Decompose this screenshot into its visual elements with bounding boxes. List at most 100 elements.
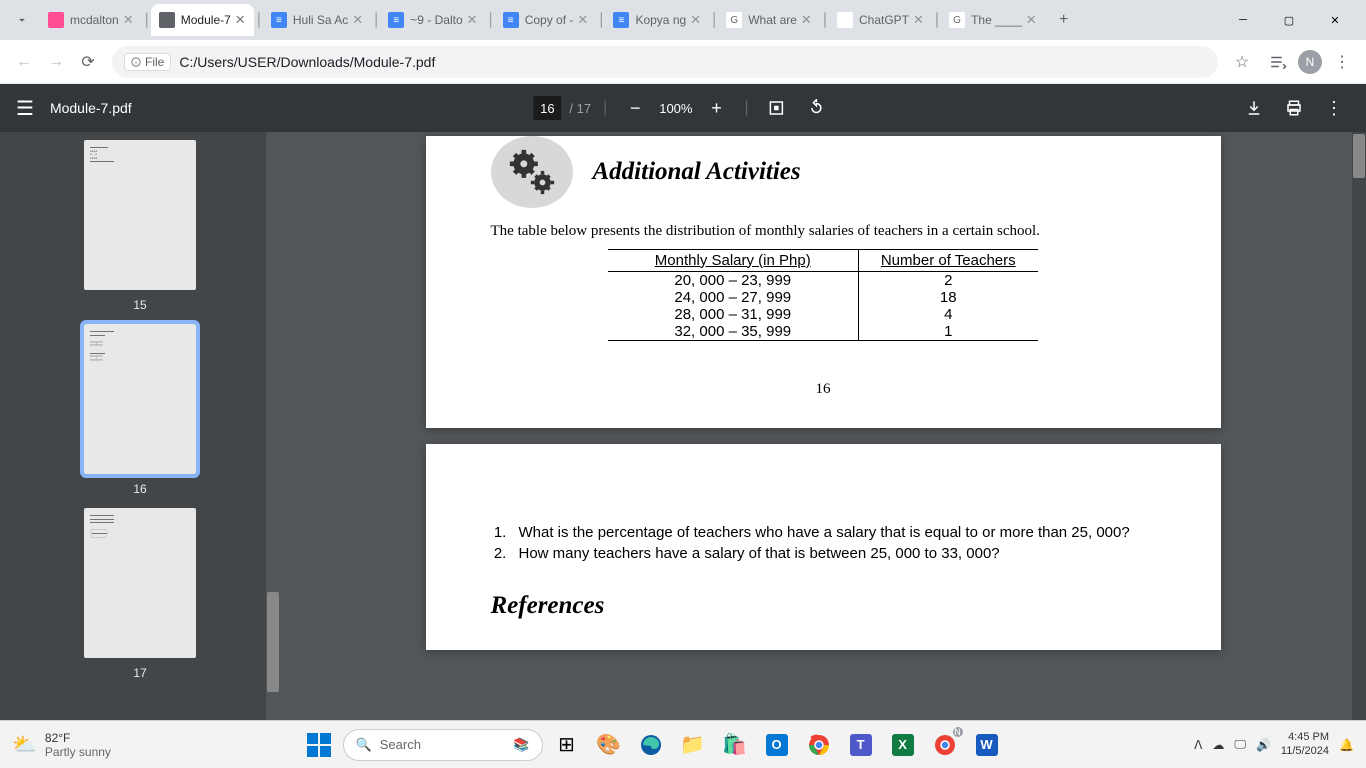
info-icon — [131, 57, 141, 67]
tabs-dropdown[interactable] — [8, 6, 36, 34]
browser-tab[interactable]: ≡Huli Sa Ac✕ — [263, 4, 371, 36]
tab-favicon: ≡ — [388, 12, 404, 28]
browser-tab[interactable]: ChatGPT✕ — [829, 4, 932, 36]
zoom-in-button[interactable]: + — [700, 92, 732, 124]
salary-table: Monthly Salary (in Php) Number of Teache… — [608, 249, 1038, 341]
forward-button[interactable]: → — [40, 46, 72, 78]
volume-icon[interactable]: 🔊 — [1256, 738, 1271, 752]
weather-icon: ⛅ — [12, 732, 37, 757]
table-header: Monthly Salary (in Php) — [608, 249, 858, 271]
tab-close-button[interactable]: ✕ — [1026, 12, 1037, 28]
tab-close-button[interactable]: ✕ — [235, 12, 246, 28]
fit-page-button[interactable] — [761, 92, 793, 124]
new-tab-button[interactable]: + — [1050, 6, 1078, 34]
browser-tab[interactable]: Module-7✕ — [151, 4, 254, 36]
reload-button[interactable]: ⟳ — [72, 46, 104, 78]
table-row: 20, 000 – 23, 9992 — [608, 271, 1038, 289]
question-2: How many teachers have a salary of that … — [511, 545, 1156, 562]
edge-icon[interactable] — [633, 727, 669, 763]
table-header: Number of Teachers — [858, 249, 1038, 271]
pdf-page-17: What is the percentage of teachers who h… — [426, 444, 1221, 650]
tab-favicon: ≡ — [613, 12, 629, 28]
file-explorer-icon[interactable]: 📁 — [675, 727, 711, 763]
chrome-running-icon[interactable]: N — [927, 727, 963, 763]
onedrive-icon[interactable]: ☁ — [1212, 738, 1224, 752]
tab-close-button[interactable]: ✕ — [352, 12, 363, 28]
zoom-level[interactable]: 100% — [659, 101, 692, 116]
rotate-icon — [808, 99, 826, 117]
outlook-icon[interactable]: O — [759, 727, 795, 763]
tab-favicon: G — [949, 12, 965, 28]
print-button[interactable] — [1278, 92, 1310, 124]
page-area[interactable]: Additional Activities The table below pr… — [280, 132, 1366, 720]
pdf-viewer: ☰ Module-7.pdf / 17 | − 100% + | — [0, 84, 1366, 720]
taskbar-search[interactable]: 🔍 Search 📚 — [343, 729, 543, 761]
tab-title: Copy of - — [525, 13, 574, 27]
questions-list: What is the percentage of teachers who h… — [511, 524, 1156, 562]
download-button[interactable] — [1238, 92, 1270, 124]
browser-tab[interactable]: ≡Copy of -✕ — [495, 4, 597, 36]
browser-tab[interactable]: mcdalton✕ — [40, 4, 142, 36]
microsoft-store-icon[interactable]: 🛍️ — [717, 727, 753, 763]
thumbnail-scroll-handle[interactable] — [267, 592, 279, 692]
url-text: C:/Users/USER/Downloads/Module-7.pdf — [179, 54, 435, 70]
gears-icon — [491, 136, 573, 208]
references-heading: References — [491, 592, 1156, 620]
teams-icon[interactable]: T — [843, 727, 879, 763]
browser-tab[interactable]: G The ____ ✕ — [941, 4, 1045, 36]
browser-menu-button[interactable]: ⋮ — [1326, 46, 1358, 78]
tab-title: The ____ — [971, 13, 1022, 27]
tab-title: Kopya ng — [635, 13, 686, 27]
download-icon — [1245, 99, 1263, 117]
browser-tab[interactable]: GWhat are✕ — [718, 4, 820, 36]
chrome-icon[interactable] — [801, 727, 837, 763]
clock[interactable]: 4:45 PM 11/5/2024 — [1281, 731, 1329, 757]
pdf-page-16: Additional Activities The table below pr… — [426, 136, 1221, 428]
close-window-button[interactable]: ✕ — [1312, 4, 1358, 36]
tray-chevron-icon[interactable]: ᐱ — [1194, 738, 1202, 752]
word-icon[interactable]: W — [969, 727, 1005, 763]
page-total: / 17 — [569, 101, 591, 116]
notifications-icon[interactable]: 🔔 — [1339, 738, 1354, 752]
question-1: What is the percentage of teachers who h… — [511, 524, 1156, 541]
tab-close-button[interactable]: ✕ — [577, 12, 588, 28]
fit-icon — [768, 99, 786, 117]
task-view-button[interactable]: ⊞ — [549, 727, 585, 763]
zoom-out-button[interactable]: − — [619, 92, 651, 124]
pdf-menu-button[interactable]: ⋮ — [1318, 92, 1350, 124]
table-row: 28, 000 – 31, 9994 — [608, 306, 1038, 323]
excel-icon[interactable]: X — [885, 727, 921, 763]
thumbnail-15[interactable]: ▬▬▬▬▬▬●●●●● ●●●●●▬▬▬▬▬▬▬▬ 15 — [0, 140, 280, 312]
sidebar-toggle[interactable]: ☰ — [16, 96, 34, 121]
tab-close-button[interactable]: ✕ — [123, 12, 134, 28]
language-icon[interactable]: 🖵 — [1234, 737, 1246, 752]
bookmark-button[interactable]: ☆ — [1226, 46, 1258, 78]
search-icon: 🔍 — [356, 737, 372, 753]
thumbnail-panel[interactable]: ▬▬▬▬▬▬●●●●● ●●●●●▬▬▬▬▬▬▬▬ 15 ▬▬▬▬▬▬▬▬▬▬▬… — [0, 132, 280, 720]
tab-title: What are — [748, 13, 797, 27]
tab-close-button[interactable]: ✕ — [801, 12, 812, 28]
tab-close-button[interactable]: ✕ — [467, 12, 478, 28]
tab-close-button[interactable]: ✕ — [913, 12, 924, 28]
thumbnail-17[interactable]: ▬▬▬▬▬▬▬▬▬▬▬▬▬▬▬▬▬▬▬▬▬▬▬▬┌──────┐│▬▬▬▬▬│└… — [0, 508, 280, 680]
page-scroll-handle[interactable] — [1353, 134, 1365, 178]
browser-tab[interactable]: ≡~9 - Dalto✕ — [380, 4, 485, 36]
browser-tab[interactable]: ≡ Kopya ng ✕ — [605, 4, 709, 36]
page-scrollbar[interactable] — [1352, 132, 1366, 720]
thumbnail-16[interactable]: ▬▬▬▬▬▬▬▬▬▬▬▬▬━━━┯━━━━━━┷━━━▬▬▬▬▬━━━┯━━━━… — [0, 324, 280, 496]
copilot-icon[interactable]: 🎨 — [591, 727, 627, 763]
back-button[interactable]: ← — [8, 46, 40, 78]
maximize-button[interactable]: ▢ — [1266, 4, 1312, 36]
reading-list-button[interactable] — [1262, 46, 1294, 78]
start-button[interactable] — [301, 727, 337, 763]
url-field[interactable]: File C:/Users/USER/Downloads/Module-7.pd… — [112, 46, 1218, 78]
system-tray[interactable]: ᐱ ☁ 🖵 🔊 4:45 PM 11/5/2024 🔔 — [1194, 731, 1354, 757]
pdf-toolbar: ☰ Module-7.pdf / 17 | − 100% + | — [0, 84, 1366, 132]
page-number-input[interactable] — [533, 96, 561, 120]
profile-button[interactable]: N — [1298, 50, 1322, 74]
minimize-button[interactable]: ─ — [1220, 4, 1266, 36]
thumbnail-scrollbar[interactable] — [266, 132, 280, 720]
tab-close-button[interactable]: ✕ — [690, 12, 701, 28]
weather-widget[interactable]: ⛅ 82°F Partly sunny — [12, 731, 111, 759]
rotate-button[interactable] — [801, 92, 833, 124]
